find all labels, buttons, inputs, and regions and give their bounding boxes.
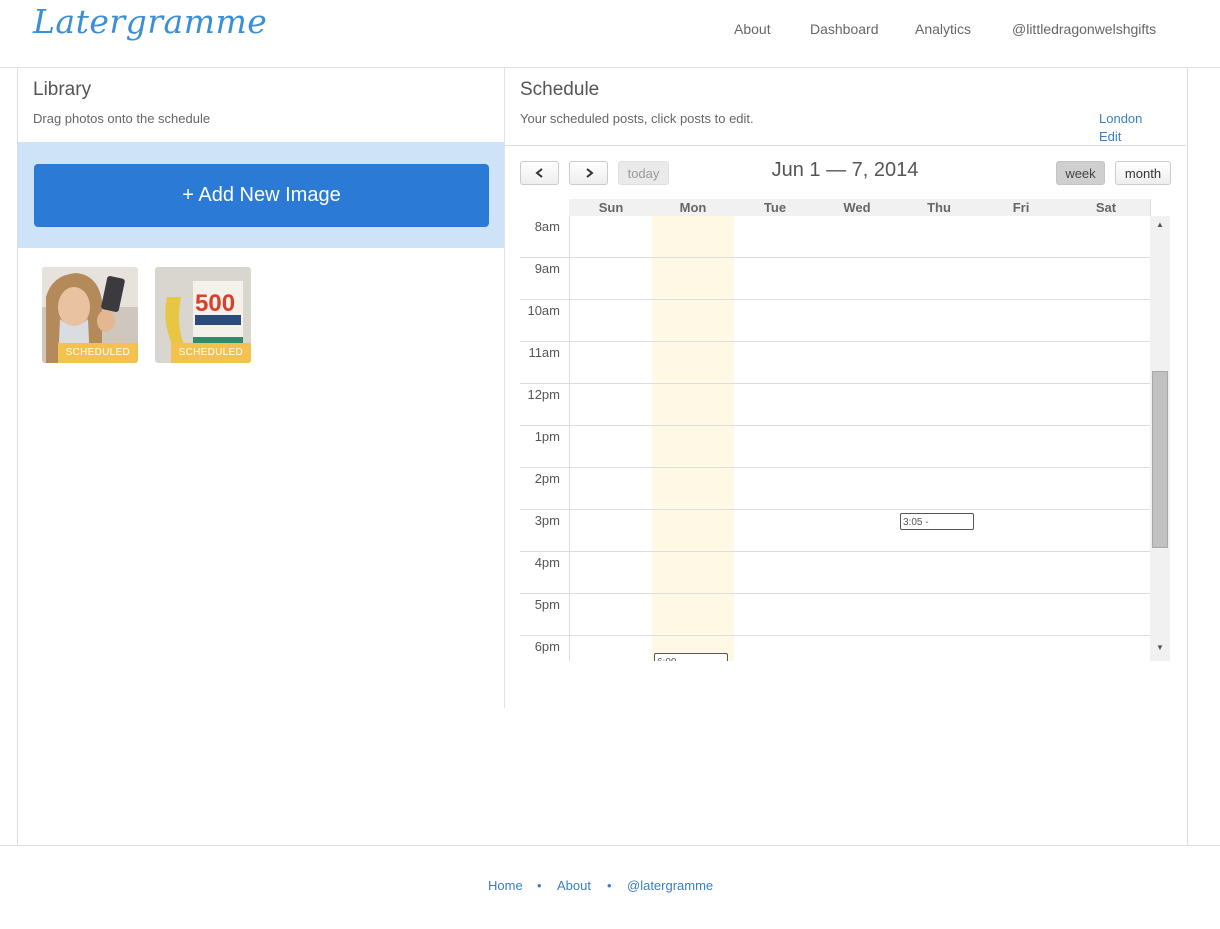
hour-label-2pm: 2pm bbox=[534, 471, 560, 486]
hour-line bbox=[520, 383, 1150, 384]
hour-label-3pm: 3pm bbox=[534, 513, 560, 528]
next-week-button[interactable] bbox=[569, 161, 608, 185]
schedule-divider bbox=[505, 145, 1186, 146]
footer-about-link[interactable]: About bbox=[557, 878, 591, 893]
day-label-fri: Fri bbox=[1012, 200, 1030, 215]
add-new-image-button[interactable]: + Add New Image bbox=[34, 164, 489, 227]
timezone-label[interactable]: London bbox=[1099, 111, 1142, 126]
calendar-day-header: Sun Mon Tue Wed Thu Fri Sat bbox=[569, 199, 1150, 216]
scrollbar-thumb[interactable] bbox=[1152, 371, 1168, 548]
month-view-button[interactable]: month bbox=[1115, 161, 1171, 185]
hour-label-9am: 9am bbox=[534, 261, 560, 276]
schedule-title: Schedule bbox=[520, 79, 600, 100]
hour-line bbox=[520, 299, 1150, 300]
today-column bbox=[652, 216, 734, 661]
hour-label-12pm: 12pm bbox=[527, 387, 560, 402]
chevron-left-icon bbox=[534, 168, 543, 178]
library-title: Library bbox=[33, 79, 92, 100]
timezone-edit-link[interactable]: Edit bbox=[1099, 129, 1121, 144]
hour-label-1pm: 1pm bbox=[534, 429, 560, 444]
library-item[interactable]: 500 SCHEDULED bbox=[155, 267, 251, 363]
calendar-scrollbar[interactable]: ▲ ▼ bbox=[1150, 216, 1170, 661]
hour-line bbox=[520, 593, 1150, 594]
scheduled-badge: SCHEDULED bbox=[170, 343, 251, 363]
day-label-sun: Sun bbox=[598, 200, 624, 215]
hour-line bbox=[520, 551, 1150, 552]
hour-label-11am: 11am bbox=[528, 345, 560, 360]
panel-divider bbox=[504, 68, 505, 708]
day-header-gutter bbox=[1150, 199, 1171, 216]
hour-line bbox=[520, 257, 1150, 258]
nav-about[interactable]: About bbox=[734, 21, 771, 37]
day-label-wed: Wed bbox=[843, 200, 871, 215]
hour-label-4pm: 4pm bbox=[534, 555, 560, 570]
hour-line bbox=[520, 341, 1150, 342]
scheduled-badge: SCHEDULED bbox=[57, 343, 138, 363]
week-view-button[interactable]: week bbox=[1056, 161, 1105, 185]
footer-divider bbox=[0, 845, 1220, 846]
scroll-down-icon[interactable]: ▼ bbox=[1150, 643, 1170, 652]
hour-line bbox=[520, 425, 1150, 426]
scheduled-post-event[interactable]: 3:05 - bbox=[900, 513, 974, 530]
library-item[interactable]: SCHEDULED bbox=[42, 267, 138, 363]
book-number: 500 bbox=[195, 290, 235, 317]
day-label-mon: Mon bbox=[679, 200, 707, 215]
footer-separator: • bbox=[537, 878, 542, 893]
chevron-right-icon bbox=[585, 168, 594, 178]
logo[interactable]: Latergramme bbox=[33, 2, 267, 41]
scheduled-post-event[interactable]: 6:00 - bbox=[654, 653, 728, 661]
time-axis-line bbox=[569, 216, 570, 661]
hour-line bbox=[520, 509, 1150, 510]
hour-line bbox=[520, 635, 1150, 636]
day-label-sat: Sat bbox=[1095, 200, 1117, 215]
hour-label-8am: 8am bbox=[534, 219, 560, 234]
nav-dashboard[interactable]: Dashboard bbox=[810, 21, 879, 37]
calendar-range-title: Jun 1 — 7, 2014 bbox=[771, 159, 919, 181]
top-bar: Latergramme About Dashboard Analytics @l… bbox=[0, 0, 1220, 68]
prev-week-button[interactable] bbox=[520, 161, 559, 185]
nav-analytics[interactable]: Analytics bbox=[915, 21, 971, 37]
footer-twitter-link[interactable]: @latergramme bbox=[627, 878, 713, 893]
day-label-thu: Thu bbox=[927, 200, 951, 215]
hour-line bbox=[520, 467, 1150, 468]
today-button[interactable]: today bbox=[618, 161, 669, 185]
library-subtitle: Drag photos onto the schedule bbox=[33, 111, 211, 126]
footer-separator: • bbox=[607, 878, 612, 893]
scroll-up-icon[interactable]: ▲ bbox=[1150, 220, 1170, 229]
nav-account[interactable]: @littledragonwelshgifts bbox=[1012, 21, 1156, 37]
calendar-grid[interactable]: 8am 9am 10am 11am 12pm 1pm 2pm 3pm 4pm 5… bbox=[520, 216, 1150, 661]
hour-label-6pm: 6pm bbox=[534, 639, 560, 654]
hour-label-10am: 10am bbox=[527, 303, 560, 318]
footer-home-link[interactable]: Home bbox=[488, 878, 523, 893]
schedule-subtitle: Your scheduled posts, click posts to edi… bbox=[520, 111, 754, 126]
day-label-tue: Tue bbox=[763, 200, 787, 215]
hour-label-5pm: 5pm bbox=[534, 597, 560, 612]
